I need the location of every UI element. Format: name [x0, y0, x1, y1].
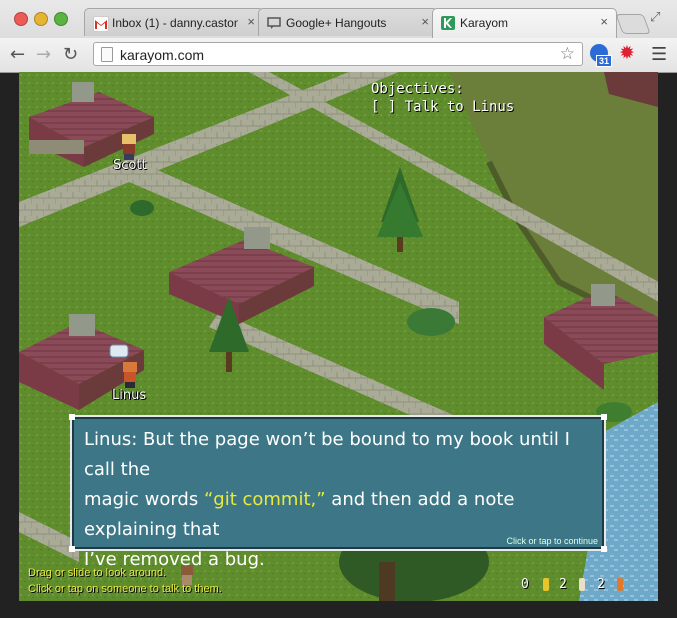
gmail-icon	[93, 16, 109, 32]
objectives-panel: Objectives: [ ] Talk to Linus	[371, 80, 514, 116]
dialog-highlight: “git commit,”	[203, 489, 326, 510]
bush	[130, 200, 154, 216]
browser-chrome: Inbox (1) - danny.castonguay × Google+ H…	[0, 0, 677, 73]
menu-icon[interactable]: ☰	[651, 44, 667, 65]
window-minimize-button[interactable]	[34, 12, 48, 26]
tab-label: Karayom	[460, 16, 509, 30]
objective-item: [ ] Talk to Linus	[371, 99, 515, 115]
dialog-line: Linus: But the page won’t be bound to my…	[84, 429, 570, 480]
orange-token-icon[interactable]	[617, 578, 623, 591]
toolbar: ← → ↻ karayom.com ☆ 31 ✹ ☰	[0, 38, 677, 72]
dialog-segment: magic words	[84, 489, 204, 510]
dialog-corner	[601, 414, 607, 420]
inventory-count: 2	[559, 577, 567, 592]
page-icon	[101, 47, 113, 62]
bush	[407, 308, 455, 336]
npc-scott-sprite[interactable]	[122, 134, 136, 160]
close-icon[interactable]: ×	[421, 14, 429, 29]
tab-karayom[interactable]: Karayom ×	[432, 8, 617, 38]
dialog-corner	[69, 546, 75, 552]
forward-icon[interactable]: →	[36, 44, 51, 65]
inventory-count: 0	[521, 577, 529, 592]
hint-drag: Drag or slide to look around.	[28, 567, 167, 579]
extension-badge: 31	[596, 55, 613, 67]
window-maximize-button[interactable]	[54, 12, 68, 26]
continue-hint[interactable]: Click or tap to continue	[506, 536, 598, 546]
tab-hangouts[interactable]: Google+ Hangouts ×	[258, 8, 438, 36]
back-icon[interactable]: ←	[10, 44, 25, 65]
close-icon[interactable]: ×	[600, 14, 608, 29]
hint-tap: Click or tap on someone to talk to them.	[28, 583, 222, 595]
tab-label: Inbox (1) - danny.castonguay	[112, 16, 238, 30]
url-text[interactable]: karayom.com	[120, 47, 204, 63]
close-icon[interactable]: ×	[247, 14, 255, 29]
fullscreen-icon[interactable]: ⤢	[650, 10, 660, 25]
hangouts-icon	[267, 16, 281, 30]
extension-puzzle-icon[interactable]: ✹	[619, 42, 635, 64]
karayom-icon	[441, 16, 455, 30]
tab-label: Google+ Hangouts	[286, 16, 387, 30]
dialog-corner	[601, 546, 607, 552]
inventory-count: 2	[597, 577, 605, 592]
npc-name-scott[interactable]: Scott	[113, 158, 147, 173]
reload-icon[interactable]: ↻	[63, 44, 78, 65]
dialog-corner	[69, 414, 75, 420]
dialog-text: Linus: But the page won’t be bound to my…	[84, 425, 594, 575]
game-canvas[interactable]: Objectives: [ ] Talk to Linus Scott Linu…	[19, 72, 658, 601]
speech-bubble-icon	[109, 344, 129, 358]
window-close-button[interactable]	[14, 12, 28, 26]
objectives-title: Objectives:	[371, 81, 464, 97]
yellow-token-icon[interactable]	[543, 578, 549, 591]
npc-linus-sprite[interactable]	[123, 362, 137, 388]
bookmark-star-icon[interactable]: ☆	[560, 44, 575, 64]
address-bar[interactable]: karayom.com ☆	[93, 42, 583, 66]
new-tab-button[interactable]	[615, 14, 651, 34]
white-token-icon[interactable]	[579, 578, 585, 591]
npc-name-linus[interactable]: Linus	[112, 388, 146, 403]
tab-gmail[interactable]: Inbox (1) - danny.castonguay ×	[84, 8, 264, 36]
dialog-box[interactable]: Linus: But the page won’t be bound to my…	[69, 414, 607, 570]
